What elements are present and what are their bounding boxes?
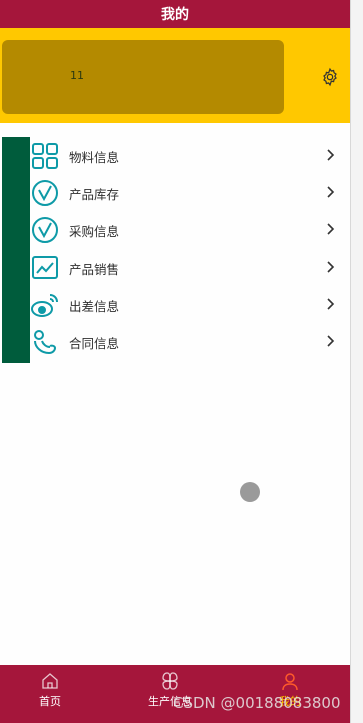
page-title: 我的 — [161, 7, 189, 23]
person-icon — [34, 330, 57, 355]
floating-button[interactable] — [240, 482, 260, 502]
chevron-right-icon — [327, 186, 335, 198]
gear-icon[interactable] — [320, 67, 340, 87]
clover-icon — [162, 672, 178, 690]
menu-item-label: 采购信息 — [69, 224, 120, 239]
menu-item-inventory[interactable]: 产品库存 — [0, 174, 350, 211]
check-circle-icon — [32, 217, 58, 243]
menu-item-purchase[interactable]: 采购信息 — [0, 211, 350, 248]
watermark-text: CSDN @00188083800 — [173, 694, 341, 712]
chevron-right-icon — [327, 149, 335, 161]
chart-icon — [32, 256, 58, 279]
menu-item-travel[interactable]: 出差信息 — [0, 286, 350, 323]
menu-item-label: 产品库存 — [69, 187, 120, 202]
chevron-right-icon — [327, 335, 335, 347]
check-circle-icon — [32, 180, 58, 206]
profile-card[interactable]: 11 — [2, 40, 284, 114]
tab-label: 首页 — [39, 695, 61, 708]
weibo-icon — [31, 294, 58, 317]
grid-icon — [32, 143, 58, 169]
menu-item-label: 产品销售 — [69, 262, 120, 277]
home-icon — [42, 673, 58, 689]
chevron-right-icon — [327, 298, 335, 310]
chevron-right-icon — [327, 223, 335, 235]
right-edge-strip — [350, 0, 363, 723]
app-screen: 我的 11 物料信息 产品库存 采购信息 产品销售 出差信息 合同信息 首页 生… — [0, 0, 350, 723]
menu-item-contract[interactable]: 合同信息 — [0, 323, 350, 360]
profile-number: 11 — [70, 69, 84, 82]
menu-item-label: 出差信息 — [69, 299, 120, 314]
chevron-right-icon — [327, 261, 335, 273]
menu-item-sales[interactable]: 产品销售 — [0, 249, 350, 286]
menu-item-label: 合同信息 — [69, 336, 120, 351]
profile-header: 11 — [0, 28, 350, 123]
user-icon — [282, 673, 298, 691]
menu-item-materials[interactable]: 物料信息 — [0, 137, 350, 174]
title-bar: 我的 — [0, 0, 350, 28]
menu-item-label: 物料信息 — [69, 150, 120, 165]
tab-home[interactable]: 首页 — [10, 665, 90, 723]
